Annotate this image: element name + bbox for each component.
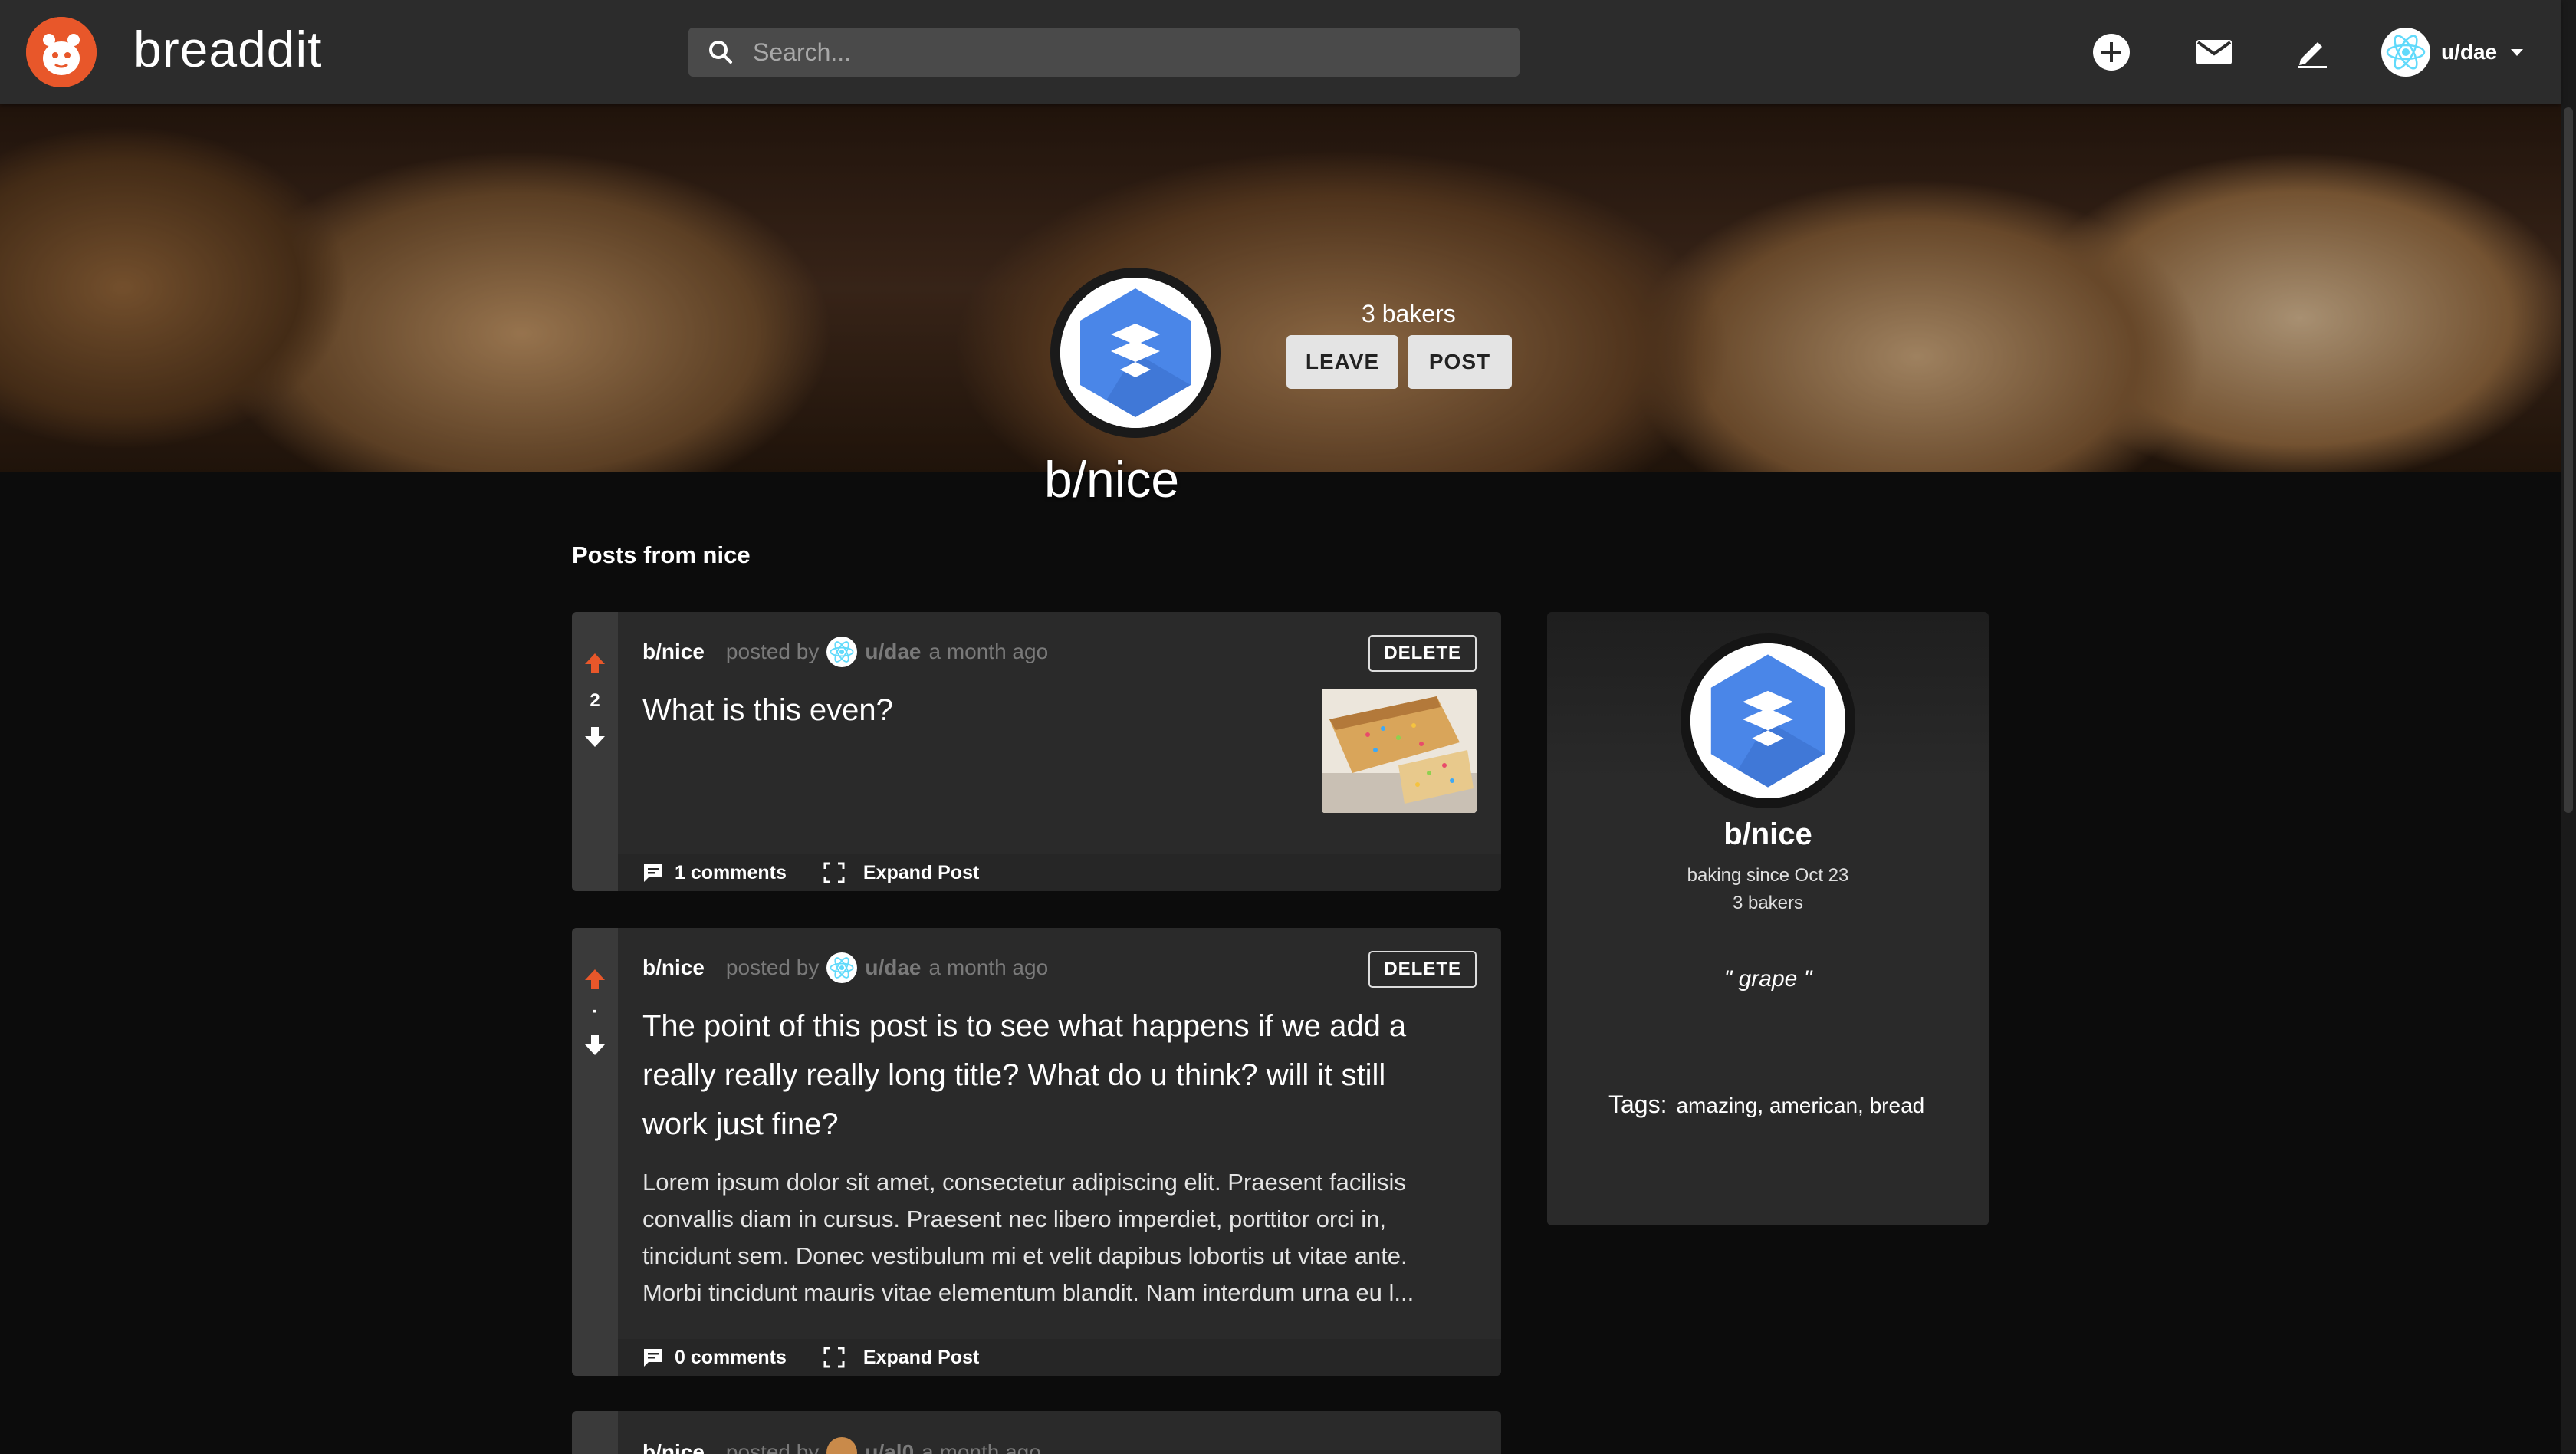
post-title[interactable]: What is this even?	[642, 686, 893, 735]
expand-post-label: Expand Post	[863, 1346, 980, 1368]
vote-column: 2	[572, 612, 618, 891]
user-avatar	[2381, 28, 2430, 77]
delete-button[interactable]: DELETE	[1368, 635, 1477, 672]
community-avatar	[1050, 268, 1221, 438]
post-timestamp: a month ago	[928, 956, 1049, 979]
community-since: baking since Oct 23	[1687, 865, 1849, 886]
create-post-button[interactable]	[2289, 29, 2335, 75]
upvote-arrow-icon[interactable]	[582, 966, 608, 992]
username-label: u/dae	[2441, 40, 2498, 64]
vote-column	[572, 1411, 618, 1454]
post-author-link[interactable]: u/dae	[865, 640, 921, 664]
author-avatar	[826, 1437, 858, 1454]
vote-count: 2	[590, 690, 600, 711]
plus-circle-icon	[2093, 34, 2130, 71]
expand-post-button[interactable]: Expand Post	[823, 1347, 979, 1369]
post-title-line: really really really long title? What do…	[642, 1058, 1386, 1092]
post-author-link[interactable]: u/dae	[865, 956, 921, 980]
comments-count: 0 comments	[675, 1346, 787, 1368]
breaddit-logo-icon[interactable]	[26, 17, 97, 87]
post-subreddit-link[interactable]: b/nice	[642, 956, 705, 980]
comments-button[interactable]: 1 comments	[642, 862, 787, 884]
community-member-count: 3 bakers	[1732, 893, 1804, 913]
mail-icon	[2196, 40, 2232, 64]
post-thumbnail[interactable]	[1322, 689, 1477, 813]
posted-by-label: posted by	[725, 640, 820, 663]
community-title: b/nice	[1044, 451, 1180, 508]
comments-count: 1 comments	[675, 861, 787, 883]
posted-by-label: posted by	[725, 956, 820, 979]
expand-post-label: Expand Post	[863, 861, 980, 883]
delete-button[interactable]: DELETE	[1368, 951, 1477, 988]
upvote-arrow-icon[interactable]	[582, 650, 608, 676]
scrollbar-track[interactable]	[2561, 0, 2576, 1454]
post-meta: b/nice posted by u/dae a month ago	[642, 952, 1048, 983]
scrollbar-thumb[interactable]	[2564, 107, 2573, 813]
post-title-line: The point of this post is to see what ha…	[642, 1009, 1407, 1043]
section-title: Posts from nice	[572, 541, 751, 568]
post-body-line: tincidunt sem. Donec vestibulum mi et ve…	[642, 1242, 1408, 1269]
search-input[interactable]	[753, 38, 1443, 67]
tags-label: Tags:	[1608, 1090, 1668, 1118]
post-timestamp: a month ago	[922, 1440, 1041, 1454]
post-footer: 1 comments Expand Post	[618, 854, 1501, 891]
community-hexagon-icon	[1691, 643, 1845, 798]
search-bar[interactable]	[688, 28, 1520, 77]
react-atom-icon	[830, 957, 854, 979]
community-quote: " grape "	[1723, 966, 1812, 992]
post-card[interactable]: b/nice posted by u/al0 a month ago	[572, 1411, 1501, 1454]
vote-count: ·	[592, 1002, 598, 1022]
post-meta: b/nice posted by u/al0 a month ago	[642, 1437, 1041, 1454]
member-count: 3 bakers	[1362, 300, 1456, 327]
leave-button[interactable]: LEAVE	[1286, 335, 1398, 389]
brand-name[interactable]: breaddit	[133, 20, 323, 78]
community-tags: Tags: amazing, american, bread	[1608, 1090, 1924, 1119]
post-body-line: Morbi tincidunt mauris vitae elementum b…	[642, 1279, 1414, 1306]
post-footer: 0 comments Expand Post	[618, 1339, 1501, 1376]
post-card[interactable]: 2 b/nice posted by u/dae a month ago DEL…	[572, 612, 1501, 891]
post-author-link[interactable]: u/al0	[865, 1440, 914, 1454]
community-name: b/nice	[1723, 817, 1812, 851]
author-avatar	[826, 637, 858, 667]
user-menu[interactable]: u/dae	[2381, 17, 2524, 87]
community-hexagon-icon	[1060, 278, 1211, 428]
expand-icon	[823, 862, 845, 883]
react-atom-icon	[2386, 35, 2426, 70]
comment-icon	[644, 864, 662, 882]
funfetti-bread-image	[1322, 689, 1477, 813]
community-info-card: b/nice baking since Oct 23 3 bakers " gr…	[1547, 612, 1989, 1225]
navbar: breaddit Search... u/dae	[0, 0, 2561, 104]
comment-icon	[644, 1349, 662, 1367]
post-body: Lorem ipsum dolor sit amet, consectetur …	[642, 1164, 1455, 1311]
post-meta: b/nice posted by u/dae a month ago	[642, 637, 1048, 667]
comments-button[interactable]: 0 comments	[642, 1347, 787, 1369]
react-atom-icon	[830, 641, 854, 663]
banner-shade	[0, 104, 2561, 472]
create-community-button[interactable]	[2088, 29, 2134, 75]
search-icon	[709, 41, 732, 64]
downvote-arrow-icon[interactable]	[582, 724, 608, 750]
tags-list: amazing, american, bread	[1676, 1094, 1925, 1117]
author-avatar	[826, 952, 858, 983]
post-timestamp: a month ago	[928, 640, 1049, 663]
post-subreddit-link[interactable]: b/nice	[642, 640, 705, 664]
messages-button[interactable]	[2191, 29, 2237, 75]
post-card[interactable]: · b/nice posted by u/dae a month ago DEL…	[572, 928, 1501, 1376]
post-title-line: work just fine?	[642, 1107, 839, 1141]
community-avatar	[1681, 633, 1855, 808]
post-title[interactable]: The point of this post is to see what ha…	[642, 1002, 1406, 1149]
post-button[interactable]: POST	[1408, 335, 1512, 389]
pencil-icon	[2298, 42, 2327, 68]
posted-by-label: posted by	[725, 1440, 820, 1454]
community-banner: b/nice 3 bakers LEAVE POST	[0, 104, 2561, 508]
expand-post-button[interactable]: Expand Post	[823, 862, 979, 884]
post-subreddit-link[interactable]: b/nice	[642, 1440, 705, 1454]
expand-icon	[823, 1347, 845, 1368]
downvote-arrow-icon[interactable]	[582, 1032, 608, 1058]
post-body-line: convallis diam in cursus. Praesent nec l…	[642, 1206, 1387, 1232]
chevron-down-icon	[2511, 48, 2524, 56]
vote-column: ·	[572, 928, 618, 1376]
post-body-line: Lorem ipsum dolor sit amet, consectetur …	[642, 1169, 1406, 1196]
